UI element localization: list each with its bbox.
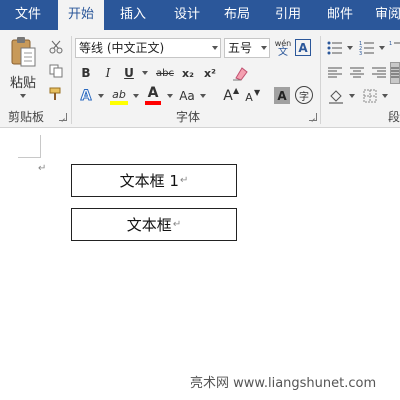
- character-border-button[interactable]: A: [295, 39, 311, 56]
- tab-mailings[interactable]: 邮件: [316, 0, 364, 30]
- paint-bucket-icon: [329, 90, 343, 104]
- text-box-1[interactable]: 文本框 1 ↵: [71, 164, 237, 197]
- text-effects-button[interactable]: A: [77, 86, 95, 106]
- tab-file[interactable]: 文件: [0, 0, 56, 30]
- justify-icon: [391, 67, 399, 78]
- justify-button[interactable]: [390, 62, 400, 84]
- group-divider: [320, 36, 321, 124]
- paste-button[interactable]: 粘贴: [4, 36, 42, 104]
- align-center-icon: [350, 67, 364, 78]
- borders-icon: [363, 89, 377, 103]
- format-painter-button[interactable]: [46, 85, 66, 103]
- clipboard-group-label: 剪贴板: [8, 110, 45, 124]
- paragraph-mark: ↵: [38, 163, 47, 174]
- font-group-label: 字体: [176, 110, 201, 124]
- align-right-icon: [372, 67, 386, 78]
- font-name-select[interactable]: 等线 (中文正文): [75, 38, 221, 58]
- paragraph-mark: ↵: [179, 175, 189, 186]
- chevron-down-icon: [212, 46, 218, 50]
- tab-insert[interactable]: 插入: [108, 0, 158, 30]
- text-box-2-text: 文本框: [126, 216, 172, 234]
- phonetic-guide-char: 文: [278, 47, 288, 58]
- clear-formatting-button[interactable]: [230, 63, 250, 83]
- paragraph-mark: ↵: [172, 219, 182, 230]
- ribbon-tab-bar: 文件 开始 插入 设计 布局 引用 邮件 审阅: [0, 0, 400, 31]
- scissors-icon: [49, 40, 63, 54]
- text-box-2[interactable]: 文本框 ↵: [71, 208, 237, 241]
- subscript-button[interactable]: x₂: [178, 63, 198, 83]
- tab-layout[interactable]: 布局: [214, 0, 260, 30]
- eraser-icon: [233, 67, 248, 81]
- numbering-button[interactable]: 1 2 3: [358, 38, 376, 58]
- text-effects-dropdown-icon[interactable]: [98, 94, 104, 98]
- ribbon: 粘贴 剪贴板 等线 (中文正文) 五号 wén 文 A B I U abc x₂…: [0, 30, 400, 128]
- shading-dropdown-icon[interactable]: [349, 94, 355, 98]
- enclose-characters-button[interactable]: 字: [295, 86, 313, 104]
- phonetic-guide-button[interactable]: wén 文: [273, 36, 293, 60]
- format-painter-icon: [49, 87, 61, 100]
- align-left-button[interactable]: [326, 63, 344, 83]
- tab-home[interactable]: 开始: [58, 0, 104, 31]
- font-size-value: 五号: [228, 41, 253, 55]
- svg-text:1: 1: [389, 41, 392, 47]
- svg-text:3: 3: [359, 51, 362, 55]
- font-size-select[interactable]: 五号: [224, 38, 270, 58]
- borders-dropdown-icon[interactable]: [382, 94, 388, 98]
- watermark: 亮术网 www.liangshunet.com: [190, 376, 377, 391]
- strikethrough-button[interactable]: abc: [153, 63, 177, 83]
- align-left-icon: [328, 67, 342, 78]
- clipboard-dialog-launcher-icon[interactable]: [59, 113, 67, 121]
- page-margin-corner-horizontal: [18, 157, 41, 158]
- grow-font-arrow-icon: ▲: [233, 86, 240, 95]
- multilevel-list-icon: 1: [389, 41, 400, 47]
- align-right-button[interactable]: [370, 63, 388, 83]
- multilevel-list-button[interactable]: 1: [389, 38, 400, 58]
- underline-button[interactable]: U: [120, 63, 138, 83]
- shading-button[interactable]: [326, 86, 346, 106]
- bullets-button[interactable]: [326, 38, 344, 58]
- paste-label: 粘贴: [9, 76, 36, 91]
- cut-button[interactable]: [46, 38, 66, 56]
- change-case-button[interactable]: Aa: [176, 86, 198, 106]
- bullets-dropdown-icon[interactable]: [347, 46, 353, 50]
- shrink-font-arrow-icon: ▼: [254, 88, 261, 97]
- align-center-button[interactable]: [348, 63, 366, 83]
- page-margin-corner-vertical: [40, 135, 41, 157]
- tab-design[interactable]: 设计: [162, 0, 212, 30]
- italic-button[interactable]: I: [99, 63, 117, 83]
- highlight-dropdown-icon[interactable]: [133, 94, 139, 98]
- font-name-value: 等线 (中文正文): [79, 41, 165, 55]
- change-case-dropdown-icon[interactable]: [200, 94, 206, 98]
- underline-dropdown-icon[interactable]: [142, 71, 148, 75]
- numbered-list-icon: 1 2 3: [359, 41, 374, 55]
- bullets-list-icon: [327, 41, 342, 55]
- character-shading-button[interactable]: A: [274, 87, 290, 104]
- text-box-1-text: 文本框 1: [119, 172, 179, 190]
- copy-icon: [49, 64, 63, 78]
- font-color-dropdown-icon[interactable]: [167, 94, 173, 98]
- superscript-button[interactable]: x²: [200, 63, 220, 83]
- tab-references[interactable]: 引用: [264, 0, 312, 30]
- font-color-button[interactable]: A: [143, 84, 163, 102]
- paste-dropdown-icon: [20, 94, 26, 98]
- highlight-color-bar: [110, 101, 128, 105]
- font-color-bar: [145, 101, 161, 105]
- numbering-dropdown-icon[interactable]: [379, 46, 385, 50]
- paragraph-group-label: 段: [388, 110, 400, 124]
- bold-button[interactable]: B: [77, 63, 95, 83]
- borders-button[interactable]: [361, 86, 379, 106]
- font-dialog-launcher-icon[interactable]: [309, 113, 317, 121]
- group-divider: [71, 36, 72, 124]
- copy-button[interactable]: [46, 62, 66, 80]
- tab-review[interactable]: 审阅: [368, 0, 400, 30]
- chevron-down-icon: [261, 46, 267, 50]
- paste-icon: [11, 37, 36, 67]
